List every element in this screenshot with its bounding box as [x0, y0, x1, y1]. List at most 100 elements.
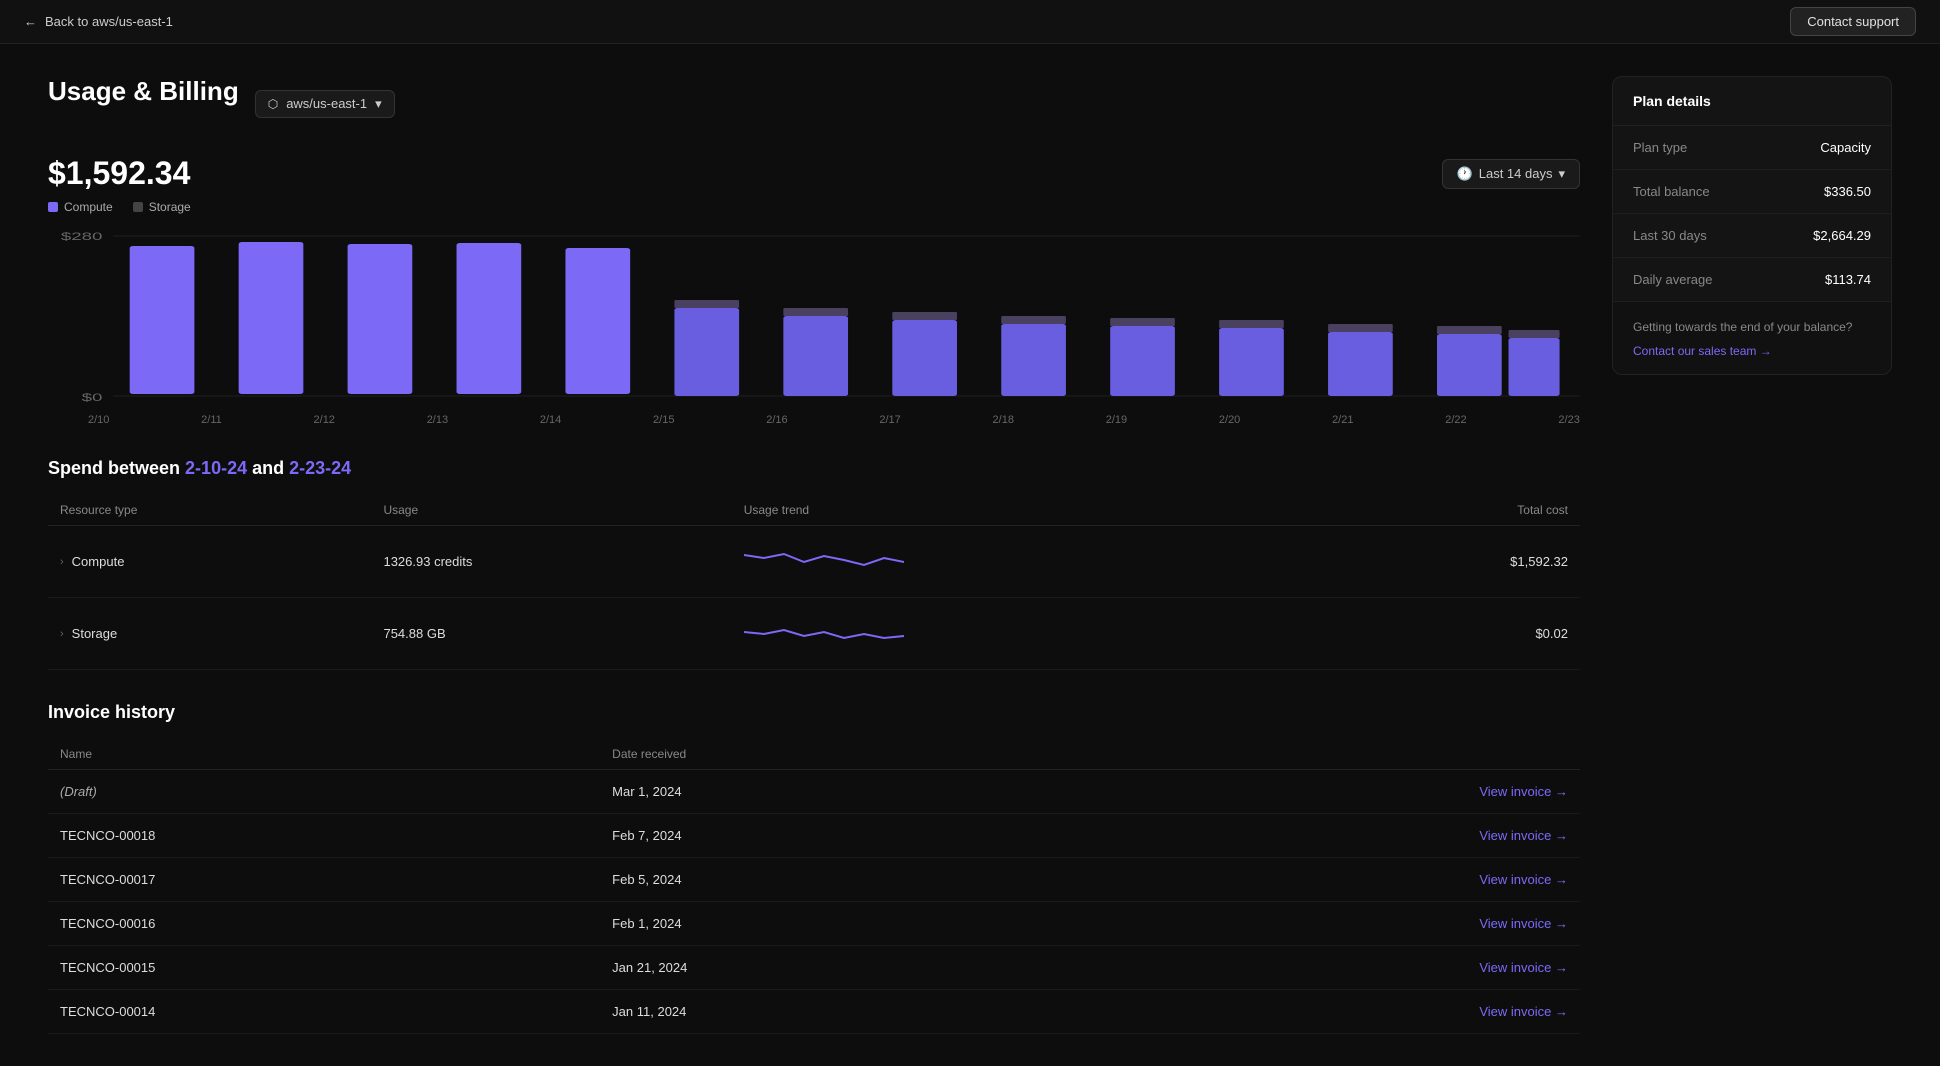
view-invoice-label-4: View invoice → — [1479, 960, 1568, 975]
bar-2-12 — [348, 244, 413, 394]
x-label-2-12: 2/12 — [314, 414, 335, 426]
view-invoice-link-2[interactable]: View invoice → — [1071, 872, 1568, 887]
back-label: Back to aws/us-east-1 — [45, 14, 173, 29]
spend-title: Spend between 2-10-24 and 2-23-24 — [48, 458, 1580, 479]
sales-contact-message: Getting towards the end of your balance? — [1633, 318, 1871, 336]
contact-sales-team-label: Contact our sales team → — [1633, 344, 1772, 358]
view-invoice-label-5: View invoice → — [1479, 1004, 1568, 1019]
col-usage: Usage — [371, 495, 731, 526]
invoice-action-cell-2: View invoice → — [1059, 858, 1580, 902]
date-range-label: Last 14 days — [1479, 166, 1553, 181]
invoice-action-cell-5: View invoice → — [1059, 990, 1580, 1034]
compute-label: Compute — [72, 554, 125, 569]
bar-storage-2-20 — [1219, 320, 1284, 328]
date-range-button[interactable]: 🕐 Last 14 days ▾ — [1442, 159, 1580, 189]
chart-x-labels: 2/10 2/11 2/12 2/13 2/14 2/15 2/16 2/17 … — [48, 414, 1580, 426]
storage-trend-cell — [732, 598, 1319, 670]
invoice-action-cell-4: View invoice → — [1059, 946, 1580, 990]
compute-usage-cell: 1326.93 credits — [371, 526, 731, 598]
table-row: (Draft) Mar 1, 2024 View invoice → — [48, 770, 1580, 814]
view-invoice-label-1: View invoice → — [1479, 828, 1568, 843]
x-label-2-15: 2/15 — [653, 414, 674, 426]
bar-2-16 — [783, 316, 848, 396]
contact-sales-team-link[interactable]: Contact our sales team → — [1633, 344, 1871, 358]
back-button[interactable]: ← Back to aws/us-east-1 — [24, 14, 173, 29]
x-label-2-10: 2/10 — [88, 414, 109, 426]
left-panel: Usage & Billing ⬡ aws/us-east-1 ▾ $1,592… — [48, 76, 1580, 1034]
y-min-label: $0 — [82, 392, 103, 404]
plan-type-row: Plan type Capacity — [1613, 126, 1891, 170]
date-range-chevron-icon: ▾ — [1558, 166, 1565, 182]
storage-expand-chevron[interactable]: › — [60, 628, 64, 640]
invoice-name-cell-3: TECNCO-00016 — [48, 902, 600, 946]
view-invoice-link-5[interactable]: View invoice → — [1071, 1004, 1568, 1019]
total-amount: $1,592.34 — [48, 155, 190, 192]
storage-cost-cell: $0.02 — [1319, 598, 1580, 670]
storage-legend-label: Storage — [149, 200, 191, 214]
invoice-name-cell-4: TECNCO-00015 — [48, 946, 600, 990]
bar-2-19 — [1110, 326, 1175, 396]
invoice-date-cell-0: Mar 1, 2024 — [600, 770, 1059, 814]
view-invoice-link-4[interactable]: View invoice → — [1071, 960, 1568, 975]
x-label-2-21: 2/21 — [1332, 414, 1353, 426]
main-content: Usage & Billing ⬡ aws/us-east-1 ▾ $1,592… — [0, 44, 1940, 1066]
contact-support-button[interactable]: Contact support — [1790, 7, 1916, 36]
bar-2-13 — [457, 243, 522, 394]
compute-expand-chevron[interactable]: › — [60, 556, 64, 568]
x-label-2-16: 2/16 — [766, 414, 787, 426]
col-usage-trend: Usage trend — [732, 495, 1319, 526]
table-row: TECNCO-00014 Jan 11, 2024 View invoice → — [48, 990, 1580, 1034]
x-label-2-17: 2/17 — [879, 414, 900, 426]
bar-2-23 — [1509, 338, 1560, 396]
view-invoice-label-0: View invoice → — [1479, 784, 1568, 799]
invoice-history-title: Invoice history — [48, 702, 1580, 723]
table-row: TECNCO-00015 Jan 21, 2024 View invoice → — [48, 946, 1580, 990]
bar-storage-2-15 — [674, 300, 739, 308]
region-label: aws/us-east-1 — [286, 96, 367, 111]
x-label-2-11: 2/11 — [201, 414, 222, 426]
spend-end-date: 2-23-24 — [289, 458, 351, 478]
invoice-date-cell-1: Feb 7, 2024 — [600, 814, 1059, 858]
view-invoice-label-3: View invoice → — [1479, 916, 1568, 931]
y-max-label: $280 — [61, 231, 103, 243]
x-label-2-20: 2/20 — [1219, 414, 1240, 426]
x-label-2-13: 2/13 — [427, 414, 448, 426]
invoice-date-cell-5: Jan 11, 2024 — [600, 990, 1059, 1034]
bar-2-11 — [239, 242, 304, 394]
spend-table-header-row: Resource type Usage Usage trend Total co… — [48, 495, 1580, 526]
x-label-2-14: 2/14 — [540, 414, 561, 426]
table-row: › Compute 1326.93 credits $1,592.32 — [48, 526, 1580, 598]
storage-sparkline — [744, 612, 904, 652]
region-selector[interactable]: ⬡ aws/us-east-1 ▾ — [255, 90, 395, 118]
col-total-cost: Total cost — [1319, 495, 1580, 526]
bar-2-10 — [130, 246, 195, 394]
compute-resource-cell: › Compute — [48, 526, 371, 598]
bar-storage-2-22 — [1437, 326, 1502, 334]
storage-label: Storage — [72, 626, 118, 641]
clock-icon: 🕐 — [1457, 166, 1473, 182]
compute-sparkline — [744, 540, 904, 580]
bar-2-21 — [1328, 332, 1393, 396]
legend-compute: Compute — [48, 200, 113, 214]
invoice-action-cell-1: View invoice → — [1059, 814, 1580, 858]
title-row: Usage & Billing ⬡ aws/us-east-1 ▾ — [48, 76, 1580, 131]
invoice-date-cell-4: Jan 21, 2024 — [600, 946, 1059, 990]
view-invoice-link-1[interactable]: View invoice → — [1071, 828, 1568, 843]
total-balance-label: Total balance — [1633, 184, 1710, 199]
storage-resource-cell: › Storage — [48, 598, 371, 670]
col-invoice-action — [1059, 739, 1580, 770]
view-invoice-link-0[interactable]: View invoice → — [1071, 784, 1568, 799]
bar-chart: $280 $0 — [48, 226, 1580, 406]
chart-header: $1,592.34 🕐 Last 14 days ▾ — [48, 155, 1580, 192]
invoice-action-cell-0: View invoice → — [1059, 770, 1580, 814]
back-arrow-icon: ← — [24, 14, 37, 29]
compute-legend-dot — [48, 202, 58, 212]
col-date-received: Date received — [600, 739, 1059, 770]
invoice-action-cell-3: View invoice → — [1059, 902, 1580, 946]
x-label-2-19: 2/19 — [1106, 414, 1127, 426]
view-invoice-link-3[interactable]: View invoice → — [1071, 916, 1568, 931]
spend-table: Resource type Usage Usage trend Total co… — [48, 495, 1580, 670]
sales-contact-box: Getting towards the end of your balance?… — [1613, 302, 1891, 374]
spend-start-date: 2-10-24 — [185, 458, 247, 478]
table-row: TECNCO-00017 Feb 5, 2024 View invoice → — [48, 858, 1580, 902]
